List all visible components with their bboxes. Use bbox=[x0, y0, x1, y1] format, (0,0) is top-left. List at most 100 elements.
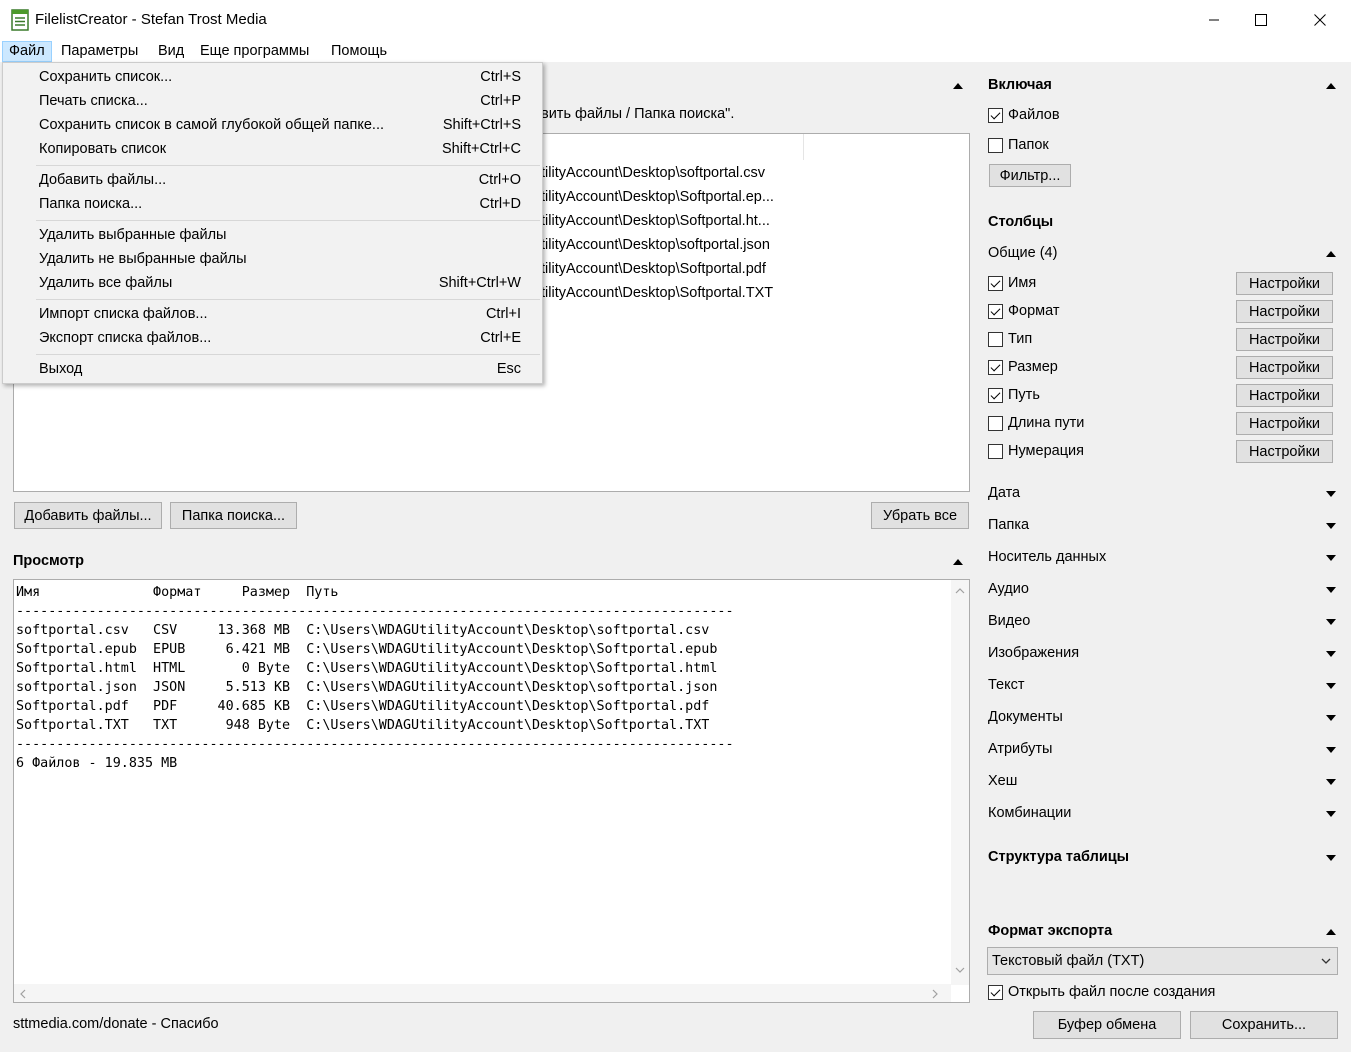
collapse-preview-icon[interactable] bbox=[953, 559, 963, 565]
include-folders-checkbox[interactable] bbox=[988, 138, 1003, 153]
expand-table-structure-icon[interactable] bbox=[1326, 855, 1336, 861]
file-list-item[interactable]: tilityAccount\Desktop\Softportal.ep... bbox=[541, 189, 774, 205]
menu-item-label: Удалить все файлы bbox=[39, 275, 173, 291]
column-path-checkbox[interactable] bbox=[988, 388, 1003, 403]
column-name-settings-button[interactable]: Настройки bbox=[1236, 272, 1333, 295]
column-format-settings-button[interactable]: Настройки bbox=[1236, 300, 1333, 323]
category-text[interactable]: Текст bbox=[988, 677, 1025, 693]
expand-combinations-icon[interactable] bbox=[1326, 811, 1336, 817]
expand-video-icon[interactable] bbox=[1326, 619, 1336, 625]
category-attributes[interactable]: Атрибуты bbox=[988, 741, 1052, 757]
column-numbering-settings-button[interactable]: Настройки bbox=[1236, 440, 1333, 463]
column-type-settings-button[interactable]: Настройки bbox=[1236, 328, 1333, 351]
menu-delete-all[interactable]: Удалить все файлы Shift+Ctrl+W bbox=[4, 272, 541, 296]
menu-exit[interactable]: Выход Esc bbox=[4, 358, 541, 382]
menu-import-list[interactable]: Импорт списка файлов... Ctrl+I bbox=[4, 303, 541, 327]
menu-item-label: Выход bbox=[39, 361, 83, 377]
table-structure-title[interactable]: Структура таблицы bbox=[988, 849, 1129, 865]
include-files-checkbox[interactable] bbox=[988, 108, 1003, 123]
menu-print-list[interactable]: Печать списка... Ctrl+P bbox=[4, 90, 541, 114]
minimize-button[interactable] bbox=[1191, 0, 1237, 40]
open-after-checkbox[interactable] bbox=[988, 985, 1003, 1000]
category-hash[interactable]: Хеш bbox=[988, 773, 1017, 789]
menu-delete-unselected[interactable]: Удалить не выбранные файлы bbox=[4, 248, 541, 272]
menu-item-label: Сохранить список в самой глубокой общей … bbox=[39, 117, 385, 133]
menu-export-list[interactable]: Экспорт списка файлов... Ctrl+E bbox=[4, 327, 541, 351]
column-size-settings-button[interactable]: Настройки bbox=[1236, 356, 1333, 379]
menu-options[interactable]: Параметры bbox=[55, 41, 144, 62]
preview-line: Softportal.html HTML 0 Byte C:\Users\WDA… bbox=[16, 661, 718, 676]
menu-help[interactable]: Помощь bbox=[325, 41, 393, 62]
category-folder[interactable]: Папка bbox=[988, 517, 1029, 533]
menu-add-files[interactable]: Добавить файлы... Ctrl+O bbox=[4, 169, 541, 193]
collapse-general-icon[interactable] bbox=[1326, 251, 1336, 257]
expand-images-icon[interactable] bbox=[1326, 651, 1336, 657]
category-combinations[interactable]: Комбинации bbox=[988, 805, 1071, 821]
column-name-checkbox[interactable] bbox=[988, 276, 1003, 291]
collapse-include-icon[interactable] bbox=[1326, 83, 1336, 89]
column-path-length-checkbox[interactable] bbox=[988, 416, 1003, 431]
menu-separator bbox=[36, 299, 540, 300]
menu-copy-list[interactable]: Копировать список Shift+Ctrl+C bbox=[4, 138, 541, 162]
preview-line: 6 Файлов - 19.835 MB bbox=[16, 756, 178, 771]
file-list-item[interactable]: tilityAccount\Desktop\Softportal.ht... bbox=[541, 213, 770, 229]
maximize-button[interactable] bbox=[1238, 0, 1284, 40]
file-list-item[interactable]: tilityAccount\Desktop\Softportal.TXT bbox=[541, 285, 773, 301]
menu-more-programs[interactable]: Еще программы bbox=[194, 41, 315, 62]
column-path-settings-button[interactable]: Настройки bbox=[1236, 384, 1333, 407]
column-type-checkbox[interactable] bbox=[988, 332, 1003, 347]
menu-search-folder[interactable]: Папка поиска... Ctrl+D bbox=[4, 193, 541, 217]
export-format-select[interactable]: Текстовый файл (TXT) bbox=[987, 947, 1338, 975]
donate-link[interactable]: sttmedia.com/donate - Спасибо bbox=[13, 1016, 219, 1032]
expand-folder-icon[interactable] bbox=[1326, 523, 1336, 529]
file-list-item[interactable]: tilityAccount\Desktop\softportal.csv bbox=[541, 165, 765, 181]
maximize-icon bbox=[1255, 14, 1267, 26]
scroll-right-icon[interactable] bbox=[932, 989, 938, 999]
category-audio[interactable]: Аудио bbox=[988, 581, 1029, 597]
expand-storage-icon[interactable] bbox=[1326, 555, 1336, 561]
scroll-down-icon[interactable] bbox=[955, 967, 965, 973]
search-folder-button[interactable]: Папка поиска... bbox=[170, 502, 297, 529]
remove-all-button[interactable]: Убрать все bbox=[871, 502, 969, 529]
preview-line: Softportal.TXT TXT 948 Byte C:\Users\WDA… bbox=[16, 718, 710, 733]
vertical-scrollbar[interactable] bbox=[951, 580, 969, 985]
column-numbering-checkbox[interactable] bbox=[988, 444, 1003, 459]
file-list-item[interactable]: tilityAccount\Desktop\softportal.json bbox=[541, 237, 770, 253]
collapse-export-icon[interactable] bbox=[1326, 929, 1336, 935]
menu-delete-selected[interactable]: Удалить выбранные файлы bbox=[4, 224, 541, 248]
add-files-button[interactable]: Добавить файлы... bbox=[14, 502, 162, 529]
files-hint: вить файлы / Папка поиска". bbox=[541, 106, 735, 122]
scroll-up-icon[interactable] bbox=[955, 588, 965, 594]
save-button[interactable]: Сохранить... bbox=[1190, 1011, 1338, 1039]
menu-view[interactable]: Вид bbox=[152, 41, 190, 62]
column-format-checkbox[interactable] bbox=[988, 304, 1003, 319]
close-button[interactable] bbox=[1297, 0, 1343, 40]
clipboard-button[interactable]: Буфер обмена bbox=[1033, 1011, 1181, 1039]
expand-attributes-icon[interactable] bbox=[1326, 747, 1336, 753]
preview-line: Softportal.pdf PDF 40.685 KB C:\Users\WD… bbox=[16, 699, 710, 714]
category-storage[interactable]: Носитель данных bbox=[988, 549, 1106, 565]
menu-item-shortcut: Ctrl+I bbox=[485, 306, 521, 322]
column-size-checkbox[interactable] bbox=[988, 360, 1003, 375]
category-images[interactable]: Изображения bbox=[988, 645, 1079, 661]
category-date[interactable]: Дата bbox=[988, 485, 1020, 501]
collapse-files-icon[interactable] bbox=[953, 83, 963, 89]
column-format-label: Формат bbox=[1008, 303, 1060, 319]
category-video[interactable]: Видео bbox=[988, 613, 1030, 629]
expand-text-icon[interactable] bbox=[1326, 683, 1336, 689]
menu-file[interactable]: Файл bbox=[2, 41, 52, 62]
file-list-item[interactable]: tilityAccount\Desktop\Softportal.pdf bbox=[541, 261, 766, 277]
expand-date-icon[interactable] bbox=[1326, 491, 1336, 497]
menu-save-list[interactable]: Сохранить список... Ctrl+S bbox=[4, 66, 541, 90]
app-icon bbox=[11, 9, 29, 31]
column-path-label: Путь bbox=[1008, 387, 1040, 403]
scroll-left-icon[interactable] bbox=[20, 989, 26, 999]
expand-hash-icon[interactable] bbox=[1326, 779, 1336, 785]
category-documents[interactable]: Документы bbox=[988, 709, 1063, 725]
column-path-length-settings-button[interactable]: Настройки bbox=[1236, 412, 1333, 435]
horizontal-scrollbar[interactable] bbox=[14, 984, 951, 1002]
filter-button[interactable]: Фильтр... bbox=[989, 164, 1071, 187]
expand-audio-icon[interactable] bbox=[1326, 587, 1336, 593]
expand-documents-icon[interactable] bbox=[1326, 715, 1336, 721]
menu-save-in-deepest-folder[interactable]: Сохранить список в самой глубокой общей … bbox=[4, 114, 541, 138]
